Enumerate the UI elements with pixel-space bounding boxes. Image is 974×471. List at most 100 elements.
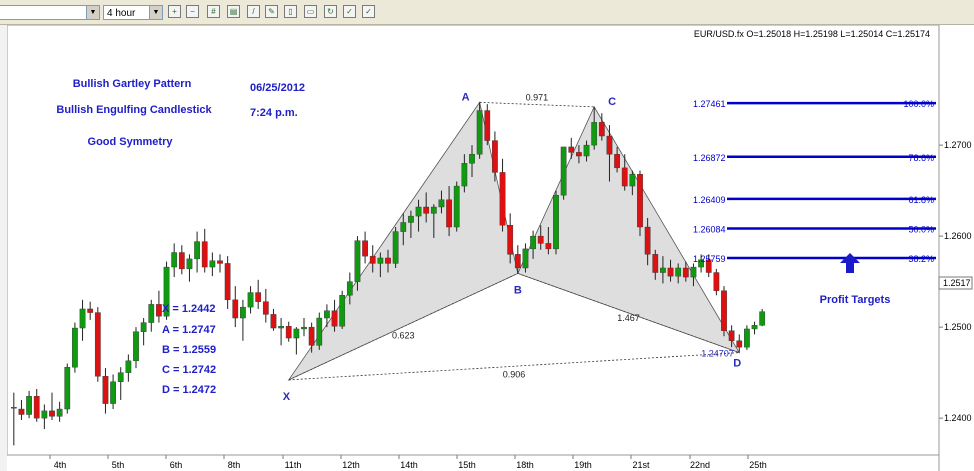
candle-body [354,240,361,282]
x-tick-label: 21st [632,460,650,470]
x-tick-label: 15th [458,460,476,470]
chevron-down-icon[interactable]: ▼ [86,6,99,19]
candle-body [453,185,460,228]
candle-body [178,252,185,270]
refresh-icon[interactable]: ↻ [324,5,337,18]
x-tick-label: 6th [170,460,183,470]
fib-pct-label: 100.0% [903,99,934,109]
zoom-in-icon[interactable]: + [168,5,181,18]
candle-body [576,152,582,157]
fib-price-label: 1.26084 [693,224,726,234]
candle-body [125,360,132,373]
fib-price-label: 1.26872 [693,153,726,163]
x-tick-label: 5th [112,460,125,470]
edit-icon[interactable]: ✎ [265,5,278,18]
timeframe-select[interactable]: 4 hour ▼ [103,5,163,20]
candle-body [148,304,155,323]
candle-body [324,310,330,319]
candle-body [614,154,620,169]
settings-icon[interactable]: ✓ [343,5,356,18]
candle-body [308,326,315,346]
candle-body [377,257,384,264]
candle-body [240,306,246,319]
candle-body [10,407,17,409]
symbol-select[interactable]: ▼ [0,5,100,20]
candle-body [369,255,376,264]
candle-body [278,326,284,329]
candle-body [690,266,697,278]
candle-body [446,199,452,228]
candle-body [461,163,468,187]
candle-body [675,267,682,277]
x-tick-label: 25th [749,460,767,470]
d-price-label: 1.24707 [701,349,734,359]
title-engulfing: Bullish Engulfing Candlestick [56,104,212,116]
candle-body [385,257,391,264]
candle-body [171,252,178,268]
title-symmetry: Good Symmetry [88,136,174,148]
candle-body [606,135,613,155]
current-price-label: 1.2517 [943,278,971,288]
candle-body [33,396,40,419]
candle-body [346,281,353,296]
pattern-point-c: C [608,96,616,108]
annotation-time: 7:24 p.m. [250,107,298,119]
candle-body [484,110,491,141]
x-tick-label: 11th [285,460,302,470]
candle-body [621,167,628,187]
level-a: A = 1.2747 [162,324,216,336]
candle-body [514,254,521,269]
chart-type-icon[interactable]: ▤ [227,5,240,18]
pattern-point-b: B [514,284,522,296]
chevron-down-icon[interactable]: ▼ [149,6,162,19]
candle-body [507,225,514,255]
candle-body [262,301,269,315]
page-icon[interactable]: ▯ [284,5,297,18]
candle-body [79,308,86,329]
fib-pct-label: 38.2% [908,254,934,264]
candle-body [94,312,101,377]
candle-body [87,308,94,313]
price-chart[interactable]: EUR/USD.fx O=1.25018 H=1.25198 L=1.25014… [0,25,974,471]
title-gartley: Bullish Gartley Pattern [73,78,192,90]
candle-body [285,326,292,339]
candle-body [652,254,659,273]
candle-body [469,154,475,164]
x-tick-label: 8th [228,460,241,470]
candle-body [560,146,567,196]
candle-body [301,326,307,330]
candle-body [667,267,674,277]
apply-icon[interactable]: ✓ [362,5,375,18]
candle-body [102,376,109,404]
candle-body [64,366,71,410]
candle-body [224,263,231,301]
level-c: C = 1.2742 [162,364,216,376]
candle-body [247,292,254,308]
candle-body [56,408,63,417]
draw-line-icon[interactable]: / [247,5,260,18]
candle-body [736,340,743,348]
candle-body [583,144,590,157]
toolbar: ▼ 4 hour ▼ + − # ▤ / ✎ ▯ ▭ ↻ ✓ ✓ [0,0,974,25]
grid-icon[interactable]: # [207,5,220,18]
candle-body [660,267,666,273]
candle-body [492,140,498,173]
y-tick-label: 1.2700 [944,140,972,150]
pattern-ratio-label: 0.971 [526,93,549,103]
candle-body [637,174,643,228]
candle-body [499,172,506,226]
print-icon[interactable]: ▭ [304,5,317,18]
pattern-ratio-label: 0.906 [503,369,526,379]
fib-price-label: 1.25759 [693,254,726,264]
candle-body [255,292,262,302]
fib-price-label: 1.26409 [693,195,726,205]
zoom-out-icon[interactable]: − [186,5,199,18]
x-tick-label: 22nd [690,460,710,470]
candle-body [629,174,636,187]
level-d: D = 1.2472 [162,384,216,396]
y-tick-label: 1.2400 [944,413,972,423]
candle-body [400,222,407,232]
candle-body [438,199,445,208]
pattern-ratio-label: 1.467 [617,313,640,323]
candle-body [316,317,323,346]
